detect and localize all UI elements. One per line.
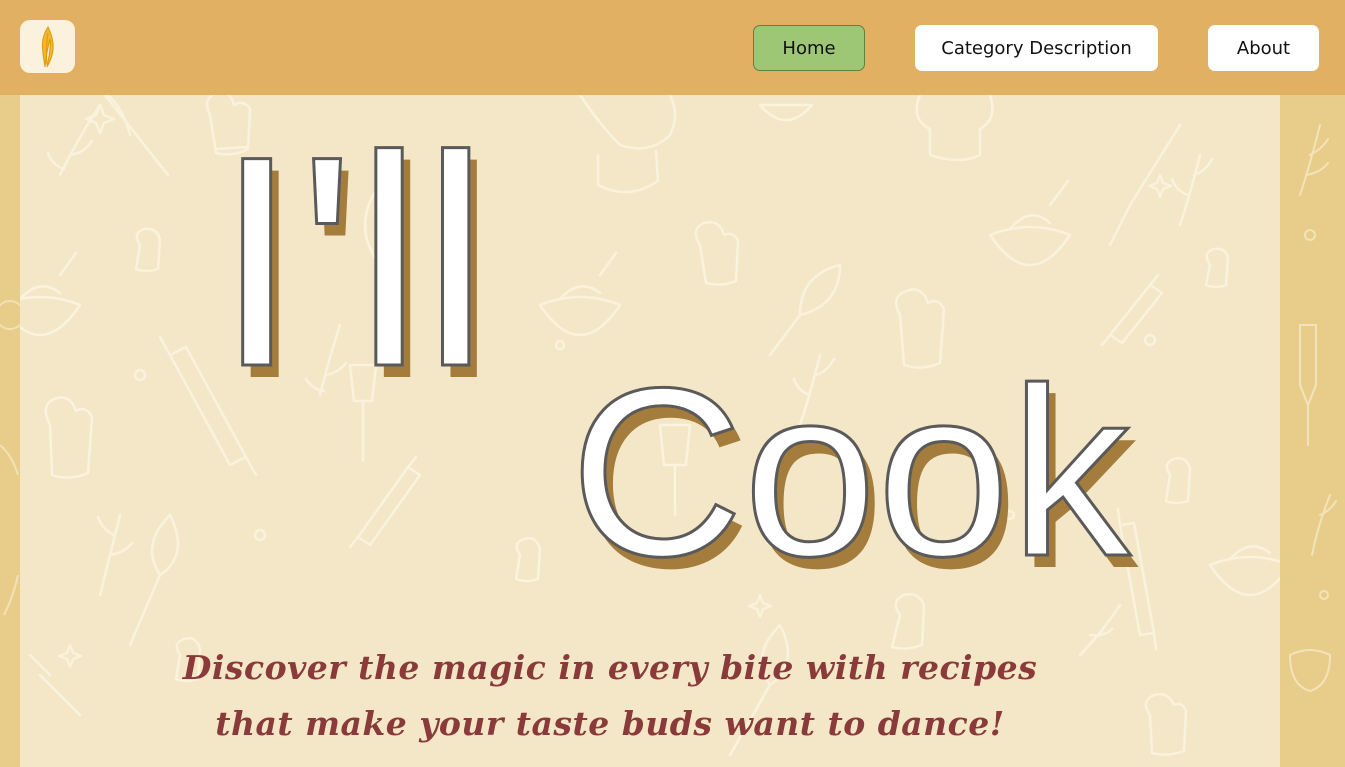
tagline-line1: Discover the magic in every bite with re… [182, 648, 1038, 687]
logo[interactable] [20, 20, 75, 73]
title-line2: Cook [570, 338, 1131, 606]
hero-tagline: Discover the magic in every bite with re… [170, 640, 1050, 752]
side-doodle-pattern-left [0, 300, 20, 616]
title-line1: I'll [215, 95, 489, 429]
tagline-line2: that make your taste buds want to dance! [215, 704, 1005, 743]
hero-title: I'll Cook I'll Cook [214, 95, 1140, 615]
hero-section: I'll Cook I'll Cook Discover the magic i… [20, 95, 1280, 767]
nav-about-button[interactable]: About [1208, 25, 1319, 71]
nav-home-button[interactable]: Home [753, 25, 865, 71]
top-navbar: Home Category Description About [0, 0, 1345, 95]
nav-category-description-button[interactable]: Category Description [915, 25, 1158, 71]
side-doodle-pattern-right [1288, 124, 1337, 693]
flame-feather-icon [41, 25, 54, 67]
